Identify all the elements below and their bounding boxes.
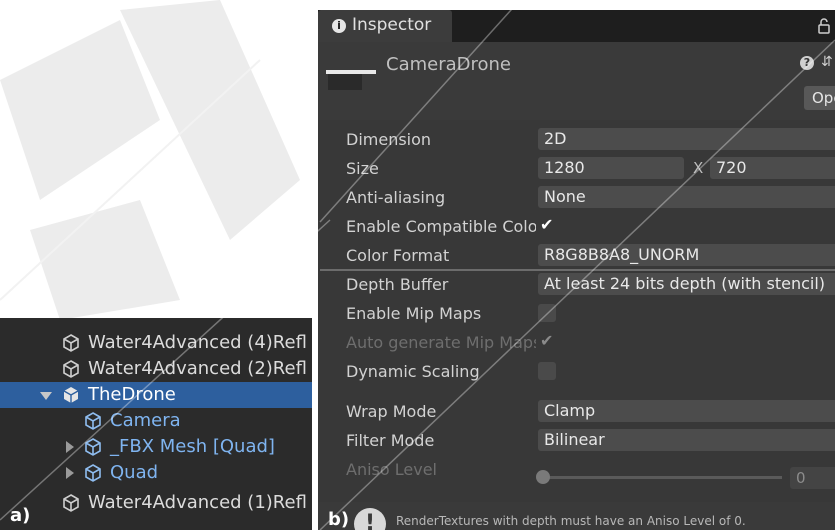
dimension-label: Dimension: [346, 130, 432, 149]
hierarchy-item-camera[interactable]: Camera: [0, 408, 312, 434]
warning-icon: !: [354, 508, 386, 530]
aniso-level-slider-handle[interactable]: [536, 470, 550, 484]
panel-label-a: a): [10, 505, 31, 526]
enable-mip-maps-label: Enable Mip Maps: [346, 304, 482, 323]
hierarchy-item-label: Water4Advanced (2)Refl: [88, 358, 307, 379]
hierarchy-item-label: Quad: [110, 462, 159, 483]
render-texture-thumbnail: [326, 56, 376, 94]
anti-aliasing-dropdown[interactable]: None: [538, 186, 835, 208]
info-icon: i: [332, 19, 346, 33]
hierarchy-item-label: _FBX Mesh [Quad]: [110, 436, 275, 457]
hierarchy-panel: Water4Advanced (4)Refl Water4Advanced (2…: [0, 318, 312, 530]
aniso-level-field[interactable]: 0: [790, 467, 835, 489]
hierarchy-item-water4advanced-1[interactable]: Water4Advanced (1)Refl: [0, 490, 312, 516]
gameobject-cube-icon: [63, 387, 79, 403]
hierarchy-item-label: Camera: [110, 410, 181, 431]
size-width-field[interactable]: 1280: [538, 157, 684, 179]
tab-inspector[interactable]: i Inspector: [318, 10, 452, 42]
enable-mip-maps-checkbox[interactable]: [538, 304, 556, 322]
inspector-header: CameraDrone ? ⇵ Open: [318, 42, 835, 120]
gameobject-cube-icon: [85, 438, 101, 456]
gameobject-cube-icon: [63, 334, 79, 352]
size-height-field[interactable]: 720: [710, 157, 835, 179]
tab-title: Inspector: [352, 15, 432, 35]
tab-bar: i Inspector: [318, 10, 835, 42]
hierarchy-item-label: Water4Advanced (4)Refl: [88, 332, 307, 353]
wrap-mode-dropdown[interactable]: Clamp: [538, 400, 835, 422]
filter-mode-label: Filter Mode: [346, 431, 435, 450]
enable-compatible-color-label: Enable Compatible Color: [346, 217, 536, 236]
enable-compatible-color-checkbox[interactable]: ✔: [538, 215, 556, 235]
wrap-mode-label: Wrap Mode: [346, 402, 437, 421]
depth-buffer-label: Depth Buffer: [346, 275, 449, 294]
gameobject-cube-icon: [85, 412, 101, 430]
gameobject-cube-icon: [85, 464, 101, 482]
object-name: CameraDrone: [386, 54, 511, 75]
aniso-level-slider-track[interactable]: [542, 476, 782, 479]
checkmark-icon: ✔: [540, 331, 554, 350]
inspector-panel: i Inspector CameraDrone ? ⇵ Open Dimensi…: [318, 10, 835, 530]
hierarchy-item-fbx-mesh-quad[interactable]: _FBX Mesh [Quad]: [0, 434, 312, 460]
hierarchy-item-thedrone[interactable]: TheDrone: [0, 382, 312, 408]
checkmark-icon: ✔: [540, 215, 554, 234]
help-icon[interactable]: ?: [800, 56, 814, 70]
auto-generate-mip-maps-label: Auto generate Mip Maps: [346, 333, 536, 352]
size-label: Size: [346, 159, 379, 178]
hierarchy-item-label: TheDrone: [88, 384, 176, 405]
open-button[interactable]: Open: [804, 86, 835, 110]
anti-aliasing-label: Anti-aliasing: [346, 188, 446, 207]
expand-arrow-icon[interactable]: [66, 467, 74, 479]
filter-mode-dropdown[interactable]: Bilinear: [538, 429, 835, 451]
dimension-dropdown[interactable]: 2D: [538, 128, 835, 150]
panel-label-b: b): [328, 509, 350, 530]
lock-icon[interactable]: [818, 18, 830, 34]
auto-generate-mip-maps-checkbox[interactable]: ✔: [538, 331, 556, 351]
hierarchy-item-quad[interactable]: Quad: [0, 460, 312, 486]
depth-buffer-dropdown[interactable]: At least 24 bits depth (with stencil): [538, 273, 835, 295]
gameobject-cube-icon: [63, 360, 79, 378]
gameobject-cube-icon: [63, 494, 79, 512]
preset-icon[interactable]: ⇵: [821, 54, 833, 70]
color-format-dropdown[interactable]: R8G8B8A8_UNORM: [538, 244, 835, 266]
dynamic-scaling-checkbox[interactable]: [538, 362, 556, 380]
hierarchy-item-water4advanced-4[interactable]: Water4Advanced (4)Refl: [0, 330, 312, 356]
warning-help-box: ! RenderTextures with depth must have an…: [318, 502, 835, 530]
hierarchy-item-label: Water4Advanced (1)Refl: [88, 492, 307, 513]
warning-text: RenderTextures with depth must have an A…: [396, 514, 746, 528]
expand-arrow-icon[interactable]: [66, 441, 74, 453]
hierarchy-item-water4advanced-2[interactable]: Water4Advanced (2)Refl: [0, 356, 312, 382]
size-separator: X: [693, 159, 704, 177]
dynamic-scaling-label: Dynamic Scaling: [346, 362, 480, 381]
expand-arrow-icon[interactable]: [40, 392, 52, 400]
aniso-level-label: Aniso Level: [346, 460, 437, 479]
color-format-label: Color Format: [346, 246, 450, 265]
inspector-properties: Dimension 2D Size 1280 X 720 Anti-aliasi…: [318, 120, 835, 530]
